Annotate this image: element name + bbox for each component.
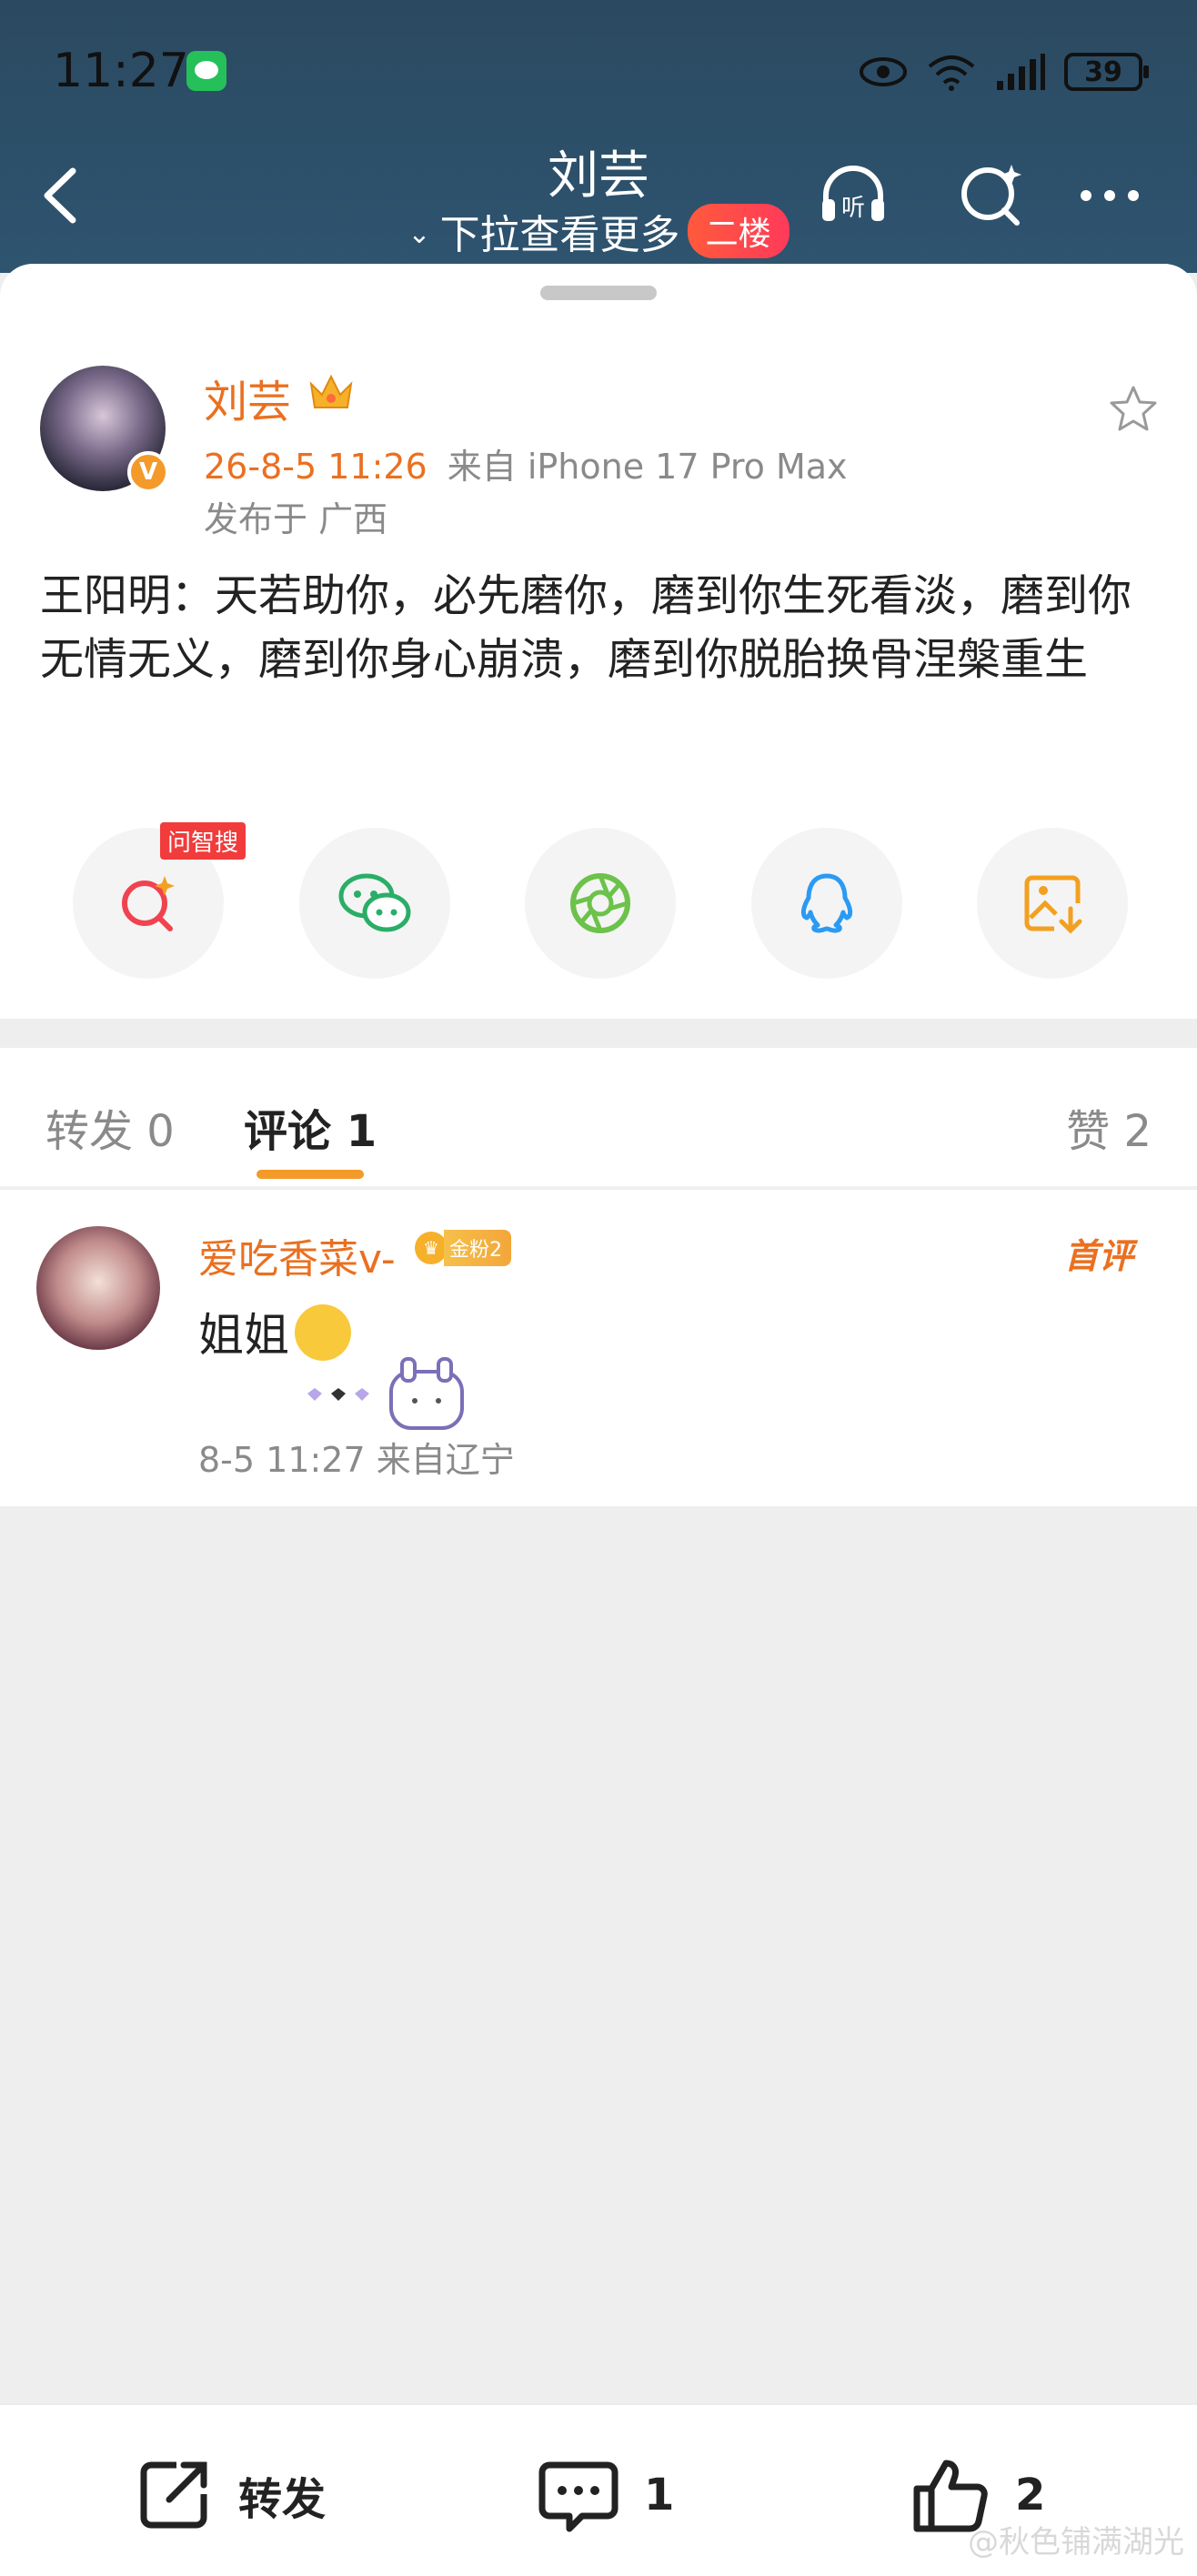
drag-handle[interactable]	[540, 286, 657, 300]
wechat-notification-icon	[186, 51, 226, 91]
tab-likes[interactable]: 赞 2	[1066, 1095, 1152, 1159]
tab-bar: 转发 0 评论 1 赞 2	[0, 1048, 1197, 1188]
active-tab-indicator	[256, 1170, 364, 1179]
post-text: 王阳明：天若助你，必先磨你，磨到你生死看淡，磨到你无情无义，磨到你身心崩溃，磨到…	[40, 570, 1132, 685]
tab-comments[interactable]: 评论 1	[244, 1095, 377, 1159]
comment-text: 姐姐	[198, 1309, 289, 1362]
ai-search-button[interactable]: 问智搜	[73, 822, 246, 979]
repost-button[interactable]: 转发	[133, 2454, 326, 2536]
save-image-button[interactable]	[977, 828, 1128, 979]
commenter-avatar[interactable]	[36, 1226, 160, 1350]
post-date: 26-8-5 11:26	[204, 447, 428, 487]
share-moments-button[interactable]	[525, 828, 676, 979]
crown-icon	[309, 374, 353, 408]
verified-badge: V	[127, 451, 169, 493]
post-source: 来自 iPhone 17 Pro Max	[447, 447, 848, 487]
commenter-name[interactable]: 爱吃香菜v-	[198, 1226, 396, 1284]
battery-indicator: 39	[1064, 53, 1149, 91]
fan-level-label: 金粉2	[444, 1230, 511, 1266]
search-icon[interactable]	[955, 159, 1028, 232]
share-wechat-button[interactable]	[298, 828, 450, 979]
wechat-icon	[338, 873, 410, 932]
first-comment-badge: 首评	[1063, 1236, 1133, 1276]
like-count: 2	[1015, 2470, 1046, 2521]
post-card: V 刘芸 26-8-5 11:26 来自 iPhone 17 Pro Max 发布…	[0, 264, 1197, 1019]
repost-icon	[140, 2461, 207, 2529]
wifi-icon	[928, 55, 975, 91]
comment-item[interactable]: 爱吃香菜v- ♛ 金粉2 首评 姐姐 8-5 11:27 来自辽宁	[0, 1190, 1197, 1506]
comment-button[interactable]: 1	[537, 2454, 674, 2536]
more-icon[interactable]	[1073, 159, 1146, 232]
ai-search-icon	[122, 876, 175, 931]
comment-icon	[538, 2461, 619, 2532]
watermark: @秋色铺满湖光	[968, 2524, 1184, 2561]
fan-crown-icon: ♛	[415, 1232, 448, 1264]
listen-headphones-icon[interactable]: 听	[817, 159, 890, 232]
second-floor-badge: 二楼	[687, 204, 790, 258]
tab-repost[interactable]: 转发 0	[45, 1095, 175, 1159]
fan-level-badge: ♛ 金粉2	[415, 1230, 511, 1266]
comment-count: 1	[644, 2470, 675, 2521]
header-background: 11:27 39 刘芸 ⌄ 下拉查看更多 二楼 听	[0, 0, 1197, 273]
bottom-action-bar: 转发 1 2 @秋色铺满湖光	[0, 2403, 1197, 2576]
moments-icon	[570, 873, 630, 933]
share-row: 问智搜	[73, 822, 1128, 979]
eye-icon	[860, 57, 907, 86]
ai-search-tag: 问智搜	[160, 822, 246, 860]
status-icons: 39	[859, 49, 1149, 95]
share-qq-button[interactable]	[750, 828, 902, 979]
listen-label: 听	[841, 195, 865, 222]
bunny-sticker-icon	[307, 1357, 464, 1430]
post-meta: 26-8-5 11:26 来自 iPhone 17 Pro Max	[204, 438, 848, 488]
pull-down-label: 下拉查看更多	[439, 212, 680, 258]
favorite-star-icon[interactable]	[1106, 382, 1161, 437]
author-name[interactable]: 刘芸	[204, 366, 291, 429]
chevron-down-icon: ⌄	[407, 218, 431, 250]
status-time: 11:27	[53, 44, 189, 98]
repost-label: 转发	[238, 2474, 327, 2525]
qq-icon	[800, 873, 852, 933]
save-image-icon	[1024, 875, 1082, 934]
signal-icon	[997, 54, 1045, 90]
pleading-emoji-icon	[295, 1304, 351, 1361]
post-location: 发布于 广西	[204, 499, 388, 539]
author-avatar[interactable]: V	[40, 366, 169, 493]
comment-meta: 8-5 11:27 来自辽宁	[198, 1440, 515, 1480]
